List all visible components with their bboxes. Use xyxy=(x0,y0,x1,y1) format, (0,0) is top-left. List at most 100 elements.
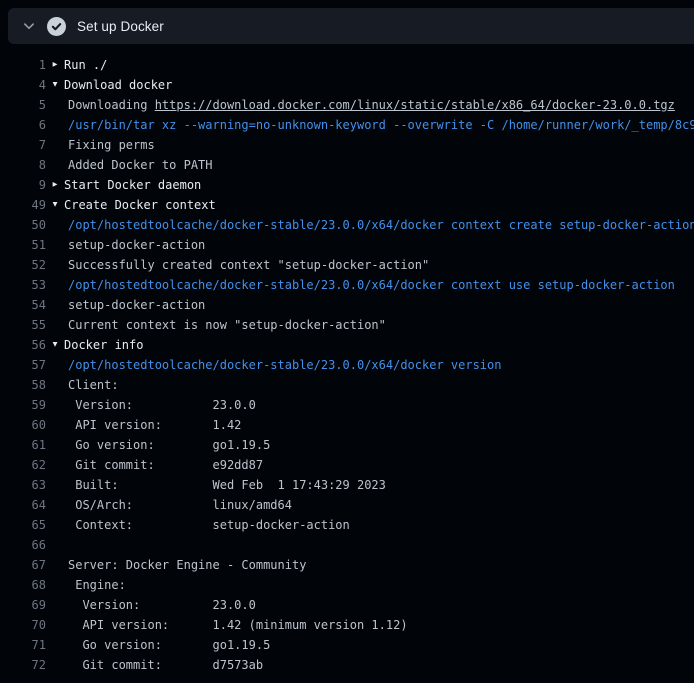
line-gutter xyxy=(46,495,64,515)
line-gutter xyxy=(46,395,64,415)
line-gutter xyxy=(46,355,64,375)
log-text: Successfully created context "setup-dock… xyxy=(68,255,429,275)
log-text: API version: 1.42 (minimum version 1.12) xyxy=(68,615,408,635)
line-number[interactable]: 53 xyxy=(0,275,46,295)
line-gutter xyxy=(46,215,64,235)
log-text: Built: Wed Feb 1 17:43:29 2023 xyxy=(68,475,386,495)
log-text: OS/Arch: linux/amd64 xyxy=(68,495,292,515)
log-command-text: /usr/bin/tar xz --warning=no-unknown-key… xyxy=(68,115,694,135)
log-text: Go version: go1.19.5 xyxy=(68,635,270,655)
line-number[interactable]: 65 xyxy=(0,515,46,535)
log-text: API version: 1.42 xyxy=(68,415,241,435)
log-command-text: /opt/hostedtoolcache/docker-stable/23.0.… xyxy=(68,355,501,375)
log-line: 55Current context is now "setup-docker-a… xyxy=(0,315,694,335)
log-text: Version: 23.0.0 xyxy=(68,395,256,415)
line-gutter xyxy=(46,655,64,675)
group-title: Create Docker context xyxy=(64,195,216,215)
log-line[interactable]: 1▶Run ./ xyxy=(0,55,694,75)
chevron-down-icon[interactable] xyxy=(22,19,36,33)
log-command-text: /opt/hostedtoolcache/docker-stable/23.0.… xyxy=(68,215,694,235)
line-number[interactable]: 71 xyxy=(0,635,46,655)
line-number[interactable]: 50 xyxy=(0,215,46,235)
log-line: 53/opt/hostedtoolcache/docker-stable/23.… xyxy=(0,275,694,295)
log-line: 62 Git commit: e92dd87 xyxy=(0,455,694,475)
line-number[interactable]: 56 xyxy=(0,335,46,355)
line-gutter xyxy=(46,435,64,455)
group-title: Download docker xyxy=(64,75,172,95)
line-number[interactable]: 57 xyxy=(0,355,46,375)
triangle-down-icon[interactable]: ▼ xyxy=(53,201,58,209)
triangle-right-icon[interactable]: ▶ xyxy=(53,181,58,189)
log-line: 72 Git commit: d7573ab xyxy=(0,655,694,675)
log-line: 58 Client: xyxy=(0,375,694,395)
log-line: 63 Built: Wed Feb 1 17:43:29 2023 xyxy=(0,475,694,495)
line-number[interactable]: 68 xyxy=(0,575,46,595)
line-gutter xyxy=(46,115,64,135)
line-number[interactable]: 55 xyxy=(0,315,46,335)
line-number[interactable]: 64 xyxy=(0,495,46,515)
log-line: 61 Go version: go1.19.5 xyxy=(0,435,694,455)
line-gutter xyxy=(46,635,64,655)
line-number[interactable]: 60 xyxy=(0,415,46,435)
log-line: 6/usr/bin/tar xz --warning=no-unknown-ke… xyxy=(0,115,694,135)
line-gutter xyxy=(46,575,64,595)
line-number[interactable]: 7 xyxy=(0,135,46,155)
line-number[interactable]: 61 xyxy=(0,435,46,455)
line-number[interactable]: 52 xyxy=(0,255,46,275)
line-number[interactable]: 1 xyxy=(0,55,46,75)
log-line: 66 xyxy=(0,535,694,555)
line-gutter xyxy=(46,135,64,155)
log-text: Client: xyxy=(68,375,119,395)
log-line[interactable]: 56▼Docker info xyxy=(0,335,694,355)
log-line[interactable]: 4 ▼ Download docker xyxy=(0,75,694,95)
log-line: 67 Server: Docker Engine - Community xyxy=(0,555,694,575)
line-number[interactable]: 67 xyxy=(0,555,46,575)
line-number[interactable]: 66 xyxy=(0,535,46,555)
log-text: Git commit: d7573ab xyxy=(68,655,263,675)
line-number[interactable]: 58 xyxy=(0,375,46,395)
log-line: 52 Successfully created context "setup-do… xyxy=(0,255,694,275)
line-gutter xyxy=(46,155,64,175)
log-line: 59 Version: 23.0.0 xyxy=(0,395,694,415)
line-gutter: ▼ xyxy=(46,75,64,95)
line-gutter xyxy=(46,615,64,635)
line-number[interactable]: 9 xyxy=(0,175,46,195)
line-number[interactable]: 62 xyxy=(0,455,46,475)
log-text: Server: Docker Engine - Community xyxy=(68,555,306,575)
line-number[interactable]: 6 xyxy=(0,115,46,135)
line-number[interactable]: 49 xyxy=(0,195,46,215)
line-gutter xyxy=(46,95,64,115)
line-number[interactable]: 72 xyxy=(0,655,46,675)
log-line: 71 Go version: go1.19.5 xyxy=(0,635,694,655)
log-line: 60 API version: 1.42 xyxy=(0,415,694,435)
line-number[interactable]: 54 xyxy=(0,295,46,315)
log-line[interactable]: 9▶Start Docker daemon xyxy=(0,175,694,195)
step-header[interactable]: Set up Docker xyxy=(8,8,694,44)
log-text: Engine: xyxy=(68,575,126,595)
log-line: 70 API version: 1.42 (minimum version 1.… xyxy=(0,615,694,635)
line-number[interactable]: 70 xyxy=(0,615,46,635)
line-number[interactable]: 5 xyxy=(0,95,46,115)
log-line: 54setup-docker-action xyxy=(0,295,694,315)
triangle-down-icon[interactable]: ▼ xyxy=(53,81,58,89)
triangle-right-icon[interactable]: ▶ xyxy=(53,61,58,69)
log-line: 57/opt/hostedtoolcache/docker-stable/23.… xyxy=(0,355,694,375)
line-gutter xyxy=(46,235,64,255)
line-gutter xyxy=(46,555,64,575)
line-number[interactable]: 69 xyxy=(0,595,46,615)
log-line: 65 Context: setup-docker-action xyxy=(0,515,694,535)
line-number[interactable]: 4 xyxy=(0,75,46,95)
line-gutter xyxy=(46,515,64,535)
line-gutter xyxy=(46,315,64,335)
line-number[interactable]: 8 xyxy=(0,155,46,175)
line-gutter xyxy=(46,255,64,275)
line-gutter xyxy=(46,415,64,435)
log-line[interactable]: 49 ▼ Create Docker context xyxy=(0,195,694,215)
line-number[interactable]: 59 xyxy=(0,395,46,415)
line-gutter: ▶ xyxy=(46,55,64,75)
line-number[interactable]: 51 xyxy=(0,235,46,255)
triangle-down-icon[interactable]: ▼ xyxy=(53,341,58,349)
line-number[interactable]: 63 xyxy=(0,475,46,495)
status-check-circle-icon xyxy=(47,17,66,36)
log-link[interactable]: https://download.docker.com/linux/static… xyxy=(155,98,675,112)
